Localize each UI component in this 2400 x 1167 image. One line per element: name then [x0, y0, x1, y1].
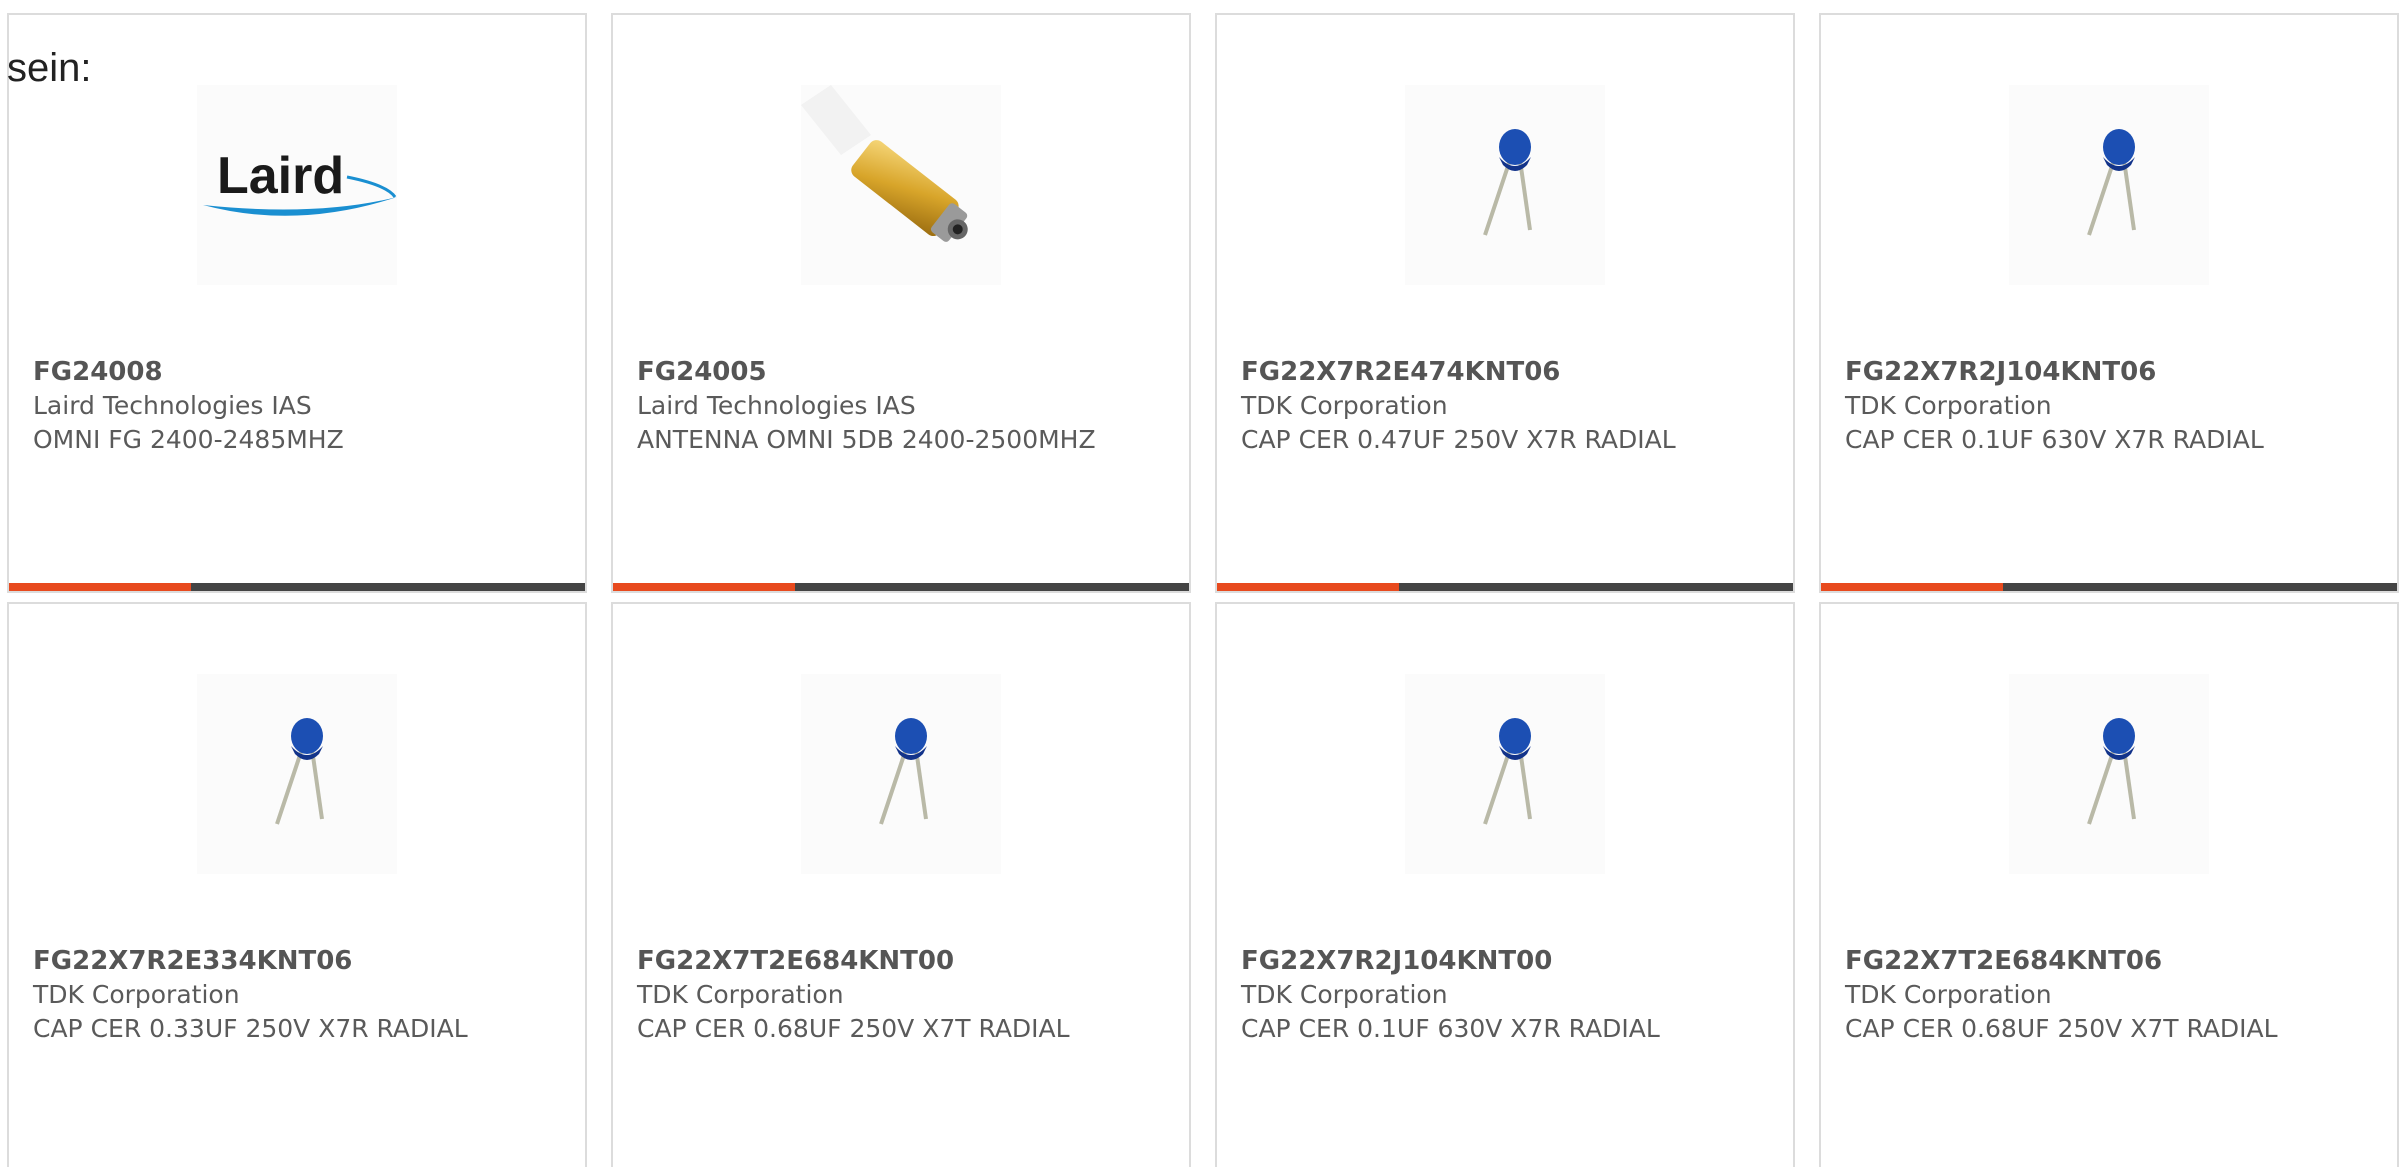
manufacturer-name: TDK Corporation: [33, 980, 240, 1009]
product-image[interactable]: [2009, 674, 2209, 874]
product-description: CAP CER 0.33UF 250V X7R RADIAL: [33, 1014, 468, 1043]
product-image[interactable]: [197, 674, 397, 874]
card-bar-accent: [613, 583, 795, 591]
product-grid: Laird FG24008 Laird Technologies IAS OMN…: [7, 13, 2400, 1167]
laird-logo-icon: Laird: [203, 147, 397, 216]
card-bar-rest: [2003, 583, 2397, 591]
manufacturer-name: TDK Corporation: [1845, 391, 2052, 420]
product-description: CAP CER 0.68UF 250V X7T RADIAL: [637, 1014, 1070, 1043]
product-image[interactable]: [2009, 85, 2209, 285]
card-bar-rest: [1399, 583, 1793, 591]
manufacturer-name: TDK Corporation: [1845, 980, 2052, 1009]
product-card-4[interactable]: FG22X7R2J104KNT06 TDK Corporation CAP CE…: [1819, 13, 2399, 593]
product-description: CAP CER 0.47UF 250V X7R RADIAL: [1241, 425, 1676, 454]
product-description: ANTENNA OMNI 5DB 2400-2500MHZ: [637, 425, 1096, 454]
part-number-link[interactable]: FG24008: [33, 357, 163, 387]
manufacturer-name: TDK Corporation: [637, 980, 844, 1009]
product-info: FG22X7R2E474KNT06 TDK Corporation CAP CE…: [1241, 355, 1761, 457]
antenna-icon: [801, 85, 968, 242]
capacitor-icon: [1483, 718, 1532, 825]
part-number-link[interactable]: FG24005: [637, 357, 767, 387]
product-card-1[interactable]: Laird FG24008 Laird Technologies IAS OMN…: [7, 13, 587, 593]
card-bar-accent: [1821, 583, 2003, 591]
capacitor-icon: [1483, 129, 1532, 236]
product-info: FG22X7T2E684KNT00 TDK Corporation CAP CE…: [637, 944, 1157, 1046]
capacitor-icon: [2087, 718, 2136, 825]
product-image[interactable]: Laird: [197, 85, 397, 285]
product-card-7[interactable]: FG22X7R2J104KNT00 TDK Corporation CAP CE…: [1215, 602, 1795, 1167]
card-bottom-bar: [1821, 583, 2397, 591]
product-grid-page: sein: Laird FG24008 Laird Technologies I…: [0, 0, 2400, 1167]
manufacturer-name: Laird Technologies IAS: [33, 391, 312, 420]
product-card-8[interactable]: FG22X7T2E684KNT06 TDK Corporation CAP CE…: [1819, 602, 2399, 1167]
product-card-5[interactable]: FG22X7R2E334KNT06 TDK Corporation CAP CE…: [7, 602, 587, 1167]
product-card-2[interactable]: FG24005 Laird Technologies IAS ANTENNA O…: [611, 13, 1191, 593]
product-info: FG22X7R2J104KNT06 TDK Corporation CAP CE…: [1845, 355, 2365, 457]
lead-text: sein:: [7, 46, 92, 90]
card-bar-accent: [9, 583, 191, 591]
part-number-link[interactable]: FG22X7R2E474KNT06: [1241, 357, 1560, 387]
product-image[interactable]: [801, 85, 1001, 285]
product-info: FG22X7T2E684KNT06 TDK Corporation CAP CE…: [1845, 944, 2365, 1046]
manufacturer-name: TDK Corporation: [1241, 980, 1448, 1009]
card-bar-rest: [795, 583, 1189, 591]
product-description: CAP CER 0.1UF 630V X7R RADIAL: [1241, 1014, 1660, 1043]
product-image[interactable]: [1405, 674, 1605, 874]
product-image[interactable]: [801, 674, 1001, 874]
card-bottom-bar: [1217, 583, 1793, 591]
capacitor-icon: [2087, 129, 2136, 236]
manufacturer-name: TDK Corporation: [1241, 391, 1448, 420]
card-bar-accent: [1217, 583, 1399, 591]
product-image[interactable]: [1405, 85, 1605, 285]
product-info: FG22X7R2J104KNT00 TDK Corporation CAP CE…: [1241, 944, 1761, 1046]
capacitor-icon: [275, 718, 324, 825]
card-bottom-bar: [613, 583, 1189, 591]
part-number-link[interactable]: FG22X7R2E334KNT06: [33, 946, 352, 976]
card-bottom-bar: [9, 583, 585, 591]
part-number-link[interactable]: FG22X7R2J104KNT00: [1241, 946, 1552, 976]
product-description: OMNI FG 2400-2485MHZ: [33, 425, 344, 454]
part-number-link[interactable]: FG22X7R2J104KNT06: [1845, 357, 2156, 387]
card-bar-rest: [191, 583, 585, 591]
manufacturer-name: Laird Technologies IAS: [637, 391, 916, 420]
product-card-6[interactable]: FG22X7T2E684KNT00 TDK Corporation CAP CE…: [611, 602, 1191, 1167]
product-card-3[interactable]: FG22X7R2E474KNT06 TDK Corporation CAP CE…: [1215, 13, 1795, 593]
laird-logo-text: Laird: [217, 147, 344, 205]
product-description: CAP CER 0.68UF 250V X7T RADIAL: [1845, 1014, 2278, 1043]
part-number-link[interactable]: FG22X7T2E684KNT06: [1845, 946, 2162, 976]
part-number-link[interactable]: FG22X7T2E684KNT00: [637, 946, 954, 976]
product-description: CAP CER 0.1UF 630V X7R RADIAL: [1845, 425, 2264, 454]
product-info: FG22X7R2E334KNT06 TDK Corporation CAP CE…: [33, 944, 553, 1046]
product-info: FG24005 Laird Technologies IAS ANTENNA O…: [637, 355, 1157, 457]
product-info: FG24008 Laird Technologies IAS OMNI FG 2…: [33, 355, 553, 457]
capacitor-icon: [879, 718, 928, 825]
